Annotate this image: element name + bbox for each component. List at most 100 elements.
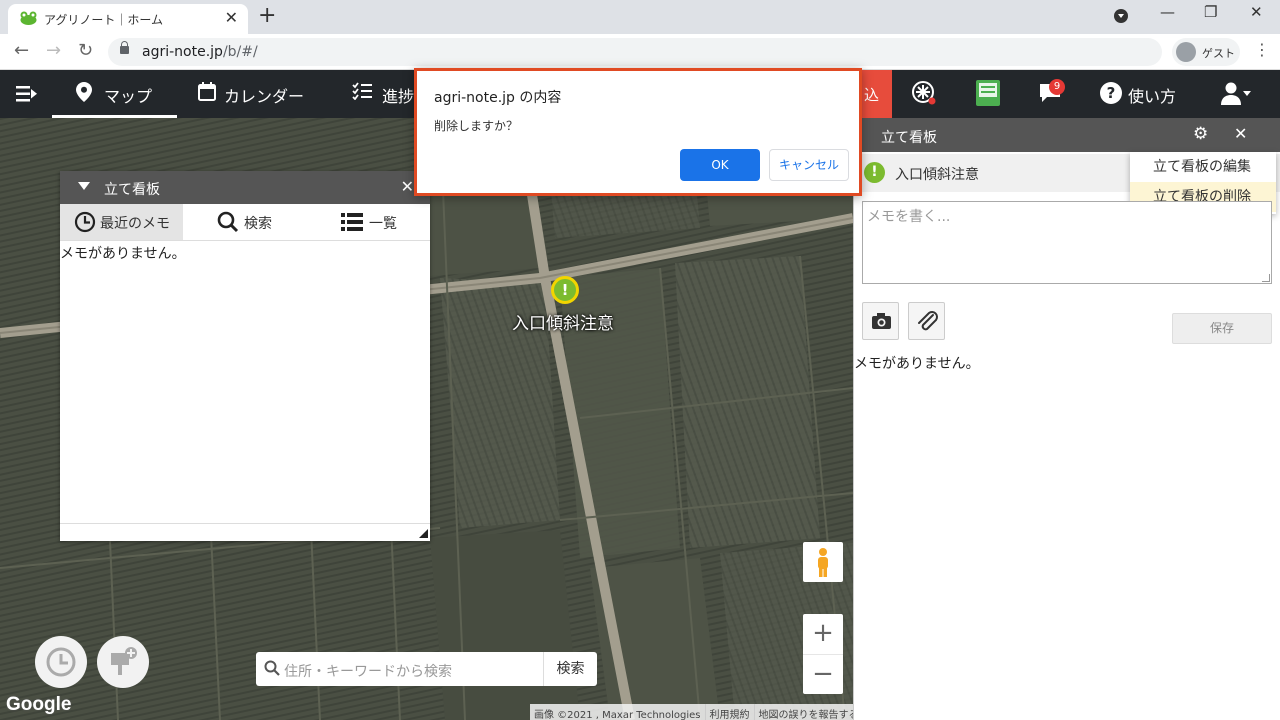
search-icon bbox=[217, 211, 239, 233]
terms-link[interactable]: 利用規約 bbox=[704, 704, 754, 720]
nav-item-map[interactable]: マップ bbox=[52, 70, 177, 118]
guest-profile-button[interactable]: ゲスト bbox=[1172, 38, 1240, 66]
attach-photo-button[interactable] bbox=[862, 302, 899, 340]
nav-red-label: 込 bbox=[864, 86, 880, 104]
tab-label-list: 一覧 bbox=[369, 216, 397, 232]
memo-placeholder: メモを書く... bbox=[867, 209, 951, 225]
url-text: agri-note.jp/b/#/ bbox=[142, 44, 258, 60]
nav-item-calendar[interactable]: カレンダー bbox=[186, 70, 326, 118]
attach-file-button[interactable] bbox=[908, 302, 945, 340]
resize-grip-icon[interactable] bbox=[419, 529, 428, 538]
map-attribution: 画像 ©2021 , Maxar Technologies 利用規約 地図の誤りを報… bbox=[530, 704, 853, 720]
nav-item-help[interactable]: ? 使い方 bbox=[1098, 70, 1188, 118]
nav-label-progress: 進捗 bbox=[382, 87, 415, 106]
collapse-caret-icon[interactable] bbox=[78, 182, 90, 190]
signboard-add-icon bbox=[111, 647, 137, 675]
lock-icon bbox=[120, 41, 129, 54]
confirm-dialog: agri-note.jp の内容 削除しますか？ OK キャンセル bbox=[414, 68, 862, 196]
map-search-input[interactable]: 住所・キーワードから検索 bbox=[284, 661, 452, 681]
memo-textarea[interactable]: メモを書く... bbox=[862, 201, 1272, 284]
reload-icon[interactable]: ↻ bbox=[78, 40, 93, 62]
svg-text:?: ? bbox=[1107, 84, 1116, 102]
nav-item-progress[interactable]: 進捗 bbox=[340, 70, 414, 118]
memo-empty-text: メモがありません。 bbox=[854, 356, 980, 372]
calendar-icon bbox=[198, 82, 216, 101]
frog-favicon-icon bbox=[20, 11, 37, 25]
signboard-memo-panel: 立て看板 ✕ 最近のメモ 検索 一覧 メモがありません。 bbox=[60, 171, 430, 541]
signboard-marker-icon[interactable]: ! bbox=[551, 276, 579, 304]
address-bar: ← → ↻ agri-note.jp/b/#/ ゲスト ⋮ bbox=[0, 34, 1280, 70]
map-search-button[interactable]: 検索 bbox=[543, 652, 597, 686]
tab-label-recent: 最近のメモ bbox=[100, 216, 170, 232]
gear-icon[interactable]: ⚙ bbox=[1193, 124, 1208, 144]
signboard-detail-panel: 立て看板 ⚙ ✕ ! 入口傾斜注意 立て看板の編集 立て看板の削除 メモを書く.… bbox=[853, 118, 1280, 720]
tab-label-search: 検索 bbox=[244, 216, 272, 232]
menu-item-edit-signboard[interactable]: 立て看板の編集 bbox=[1130, 152, 1276, 182]
tab-title: アグリノート｜ホーム bbox=[44, 13, 164, 27]
google-logo: Google bbox=[6, 694, 72, 715]
detail-panel-header: 立て看板 ⚙ ✕ bbox=[854, 118, 1280, 152]
tab-recent-memos[interactable]: 最近のメモ bbox=[60, 204, 183, 240]
close-icon[interactable]: ✕ bbox=[1234, 124, 1247, 143]
tab-close-icon[interactable]: ✕ bbox=[225, 8, 238, 28]
warning-marker-icon: ! bbox=[864, 162, 885, 183]
nav-label-help: 使い方 bbox=[1128, 87, 1177, 106]
chrome-menu-dropdown-icon[interactable] bbox=[1114, 9, 1128, 23]
restore-button[interactable]: ❐ bbox=[1204, 3, 1217, 21]
url-path: /b/#/ bbox=[222, 44, 258, 60]
history-button[interactable] bbox=[35, 636, 87, 688]
map-search-box: 住所・キーワードから検索 検索 bbox=[256, 652, 597, 686]
textarea-resize-icon[interactable] bbox=[1262, 274, 1270, 282]
minimize-button[interactable]: — bbox=[1160, 3, 1175, 21]
zoom-out-button[interactable]: − bbox=[803, 655, 843, 694]
checklist-icon bbox=[352, 82, 372, 100]
search-icon bbox=[264, 660, 280, 676]
close-icon[interactable]: ✕ bbox=[401, 177, 414, 196]
signboard-name: 入口傾斜注意 bbox=[895, 167, 979, 183]
memo-panel-tabs: 最近のメモ 検索 一覧 bbox=[60, 204, 430, 241]
imagery-credit: 画像 ©2021 , Maxar Technologies bbox=[534, 710, 701, 720]
browser-tab-bar: アグリノート｜ホーム ✕ + — ❐ ✕ bbox=[0, 0, 1280, 34]
zoom-control: + − bbox=[803, 614, 843, 694]
nav-label-calendar: カレンダー bbox=[224, 87, 305, 106]
nav-label-map: マップ bbox=[104, 87, 153, 106]
clock-icon bbox=[46, 647, 76, 677]
chrome-menu-icon[interactable]: ⋮ bbox=[1254, 40, 1270, 59]
user-menu-icon[interactable] bbox=[1220, 82, 1256, 106]
sidebar-toggle-icon[interactable] bbox=[16, 84, 38, 104]
ok-button[interactable]: OK bbox=[680, 149, 760, 181]
add-signboard-button[interactable] bbox=[97, 636, 149, 688]
report-error-link[interactable]: 地図の誤りを報告する bbox=[753, 704, 853, 720]
url-host: agri-note.jp bbox=[142, 44, 223, 60]
help-question-icon: ? bbox=[1100, 82, 1122, 104]
tab-list[interactable]: 一覧 bbox=[307, 204, 430, 240]
tab-search[interactable]: 検索 bbox=[183, 204, 307, 240]
message-count-badge: 9 bbox=[1049, 79, 1065, 95]
nav-red-button[interactable]: 込 bbox=[858, 70, 892, 118]
memo-panel-footer-line bbox=[60, 523, 430, 524]
zoom-in-button[interactable]: + bbox=[803, 614, 843, 654]
memo-panel-header: 立て看板 ✕ bbox=[60, 171, 430, 204]
dialog-message: 削除しますか？ bbox=[434, 119, 519, 133]
diary-book-icon[interactable] bbox=[976, 80, 1000, 106]
save-button[interactable]: 保存 bbox=[1172, 313, 1272, 344]
new-tab-button[interactable]: + bbox=[258, 4, 276, 28]
clock-icon bbox=[74, 211, 96, 233]
detail-panel-title: 立て看板 bbox=[881, 130, 937, 146]
camera-icon bbox=[872, 313, 891, 329]
map-pin-icon bbox=[76, 82, 92, 102]
url-input[interactable]: agri-note.jp/b/#/ bbox=[108, 38, 1162, 66]
guest-label: ゲスト bbox=[1202, 47, 1235, 60]
weather-icon[interactable] bbox=[911, 80, 937, 106]
close-window-button[interactable]: ✕ bbox=[1250, 3, 1263, 21]
browser-tab[interactable]: アグリノート｜ホーム ✕ bbox=[8, 4, 248, 34]
signboard-marker-label: 入口傾斜注意 bbox=[512, 314, 614, 334]
list-icon bbox=[341, 213, 363, 231]
cancel-button[interactable]: キャンセル bbox=[769, 149, 849, 181]
back-arrow-icon[interactable]: ← bbox=[14, 40, 29, 62]
forward-arrow-icon[interactable]: → bbox=[46, 40, 61, 62]
street-view-pegman-button[interactable] bbox=[803, 542, 843, 582]
memo-panel-title: 立て看板 bbox=[104, 182, 160, 198]
pegman-icon bbox=[818, 548, 828, 577]
memo-empty-text: メモがありません。 bbox=[60, 246, 186, 262]
